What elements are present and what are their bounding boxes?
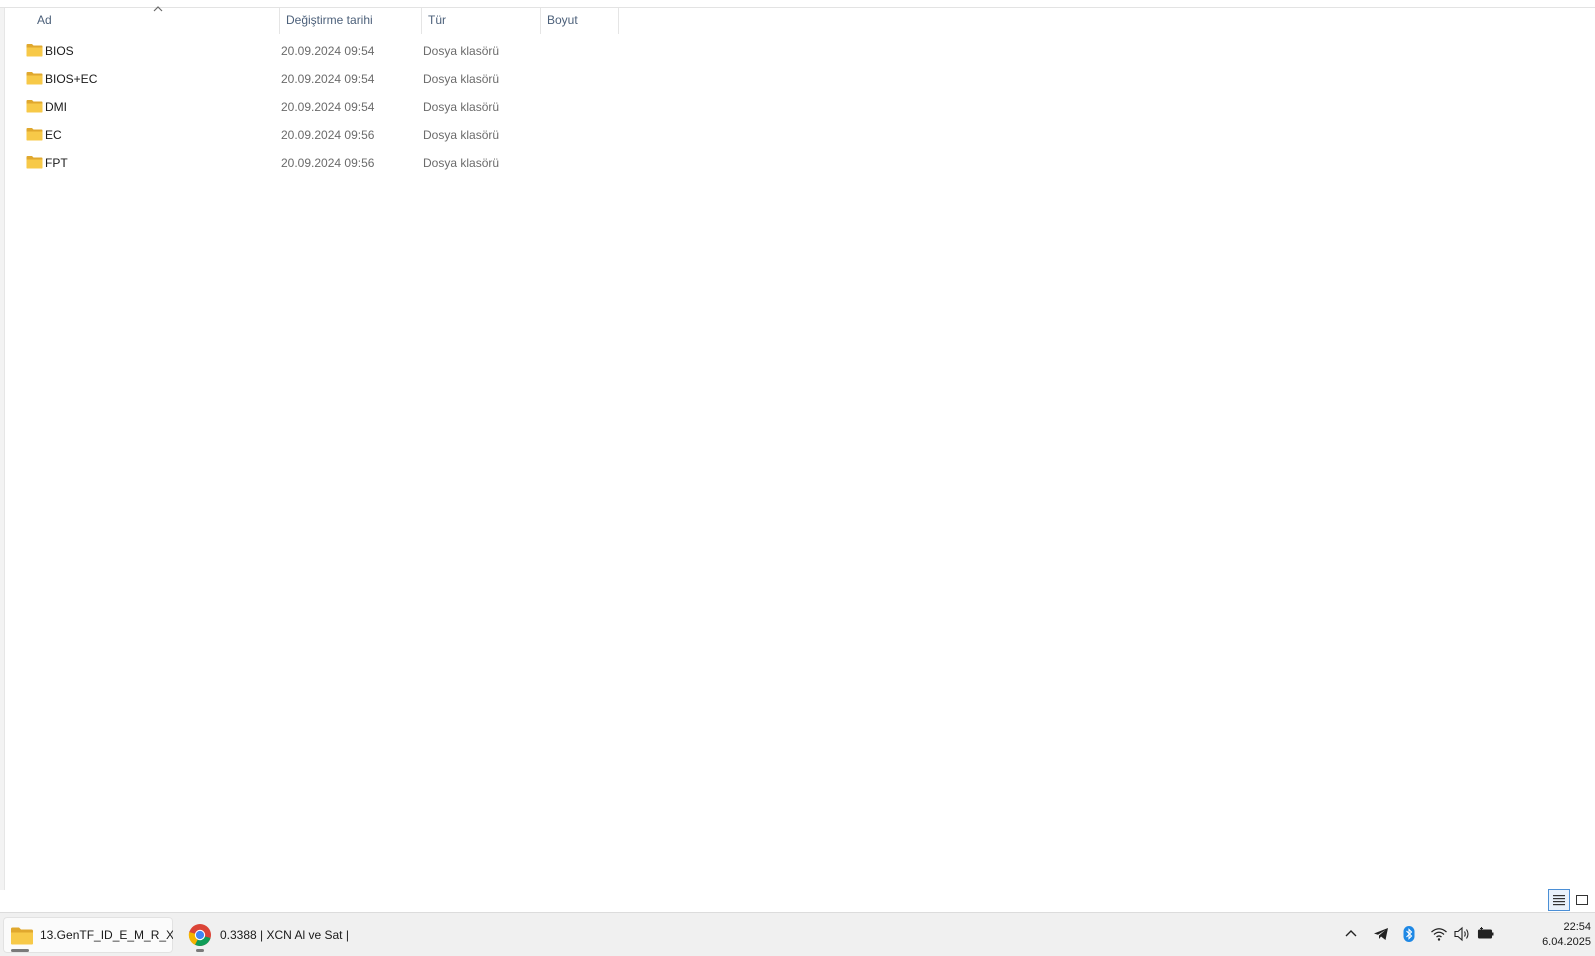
column-header-name[interactable]: Ad [6, 5, 280, 34]
battery-icon[interactable] [1477, 925, 1495, 943]
column-header-date-label: Değiştirme tarihi [286, 13, 373, 27]
file-name: BIOS [45, 44, 74, 58]
file-type: Dosya klasörü [423, 100, 500, 114]
folder-icon [26, 100, 43, 113]
file-explorer-window: Ad Değiştirme tarihi Tür Boyut BIOS 20.0… [0, 0, 1595, 912]
taskbar-item-file-explorer[interactable]: 13.GenTF_ID_E_M_R_X (8 [3, 917, 173, 953]
file-row-ec[interactable]: EC 20.09.2024 09:56 Dosya klasörü [6, 121, 626, 149]
file-list: BIOS 20.09.2024 09:54 Dosya klasörü BIOS… [6, 37, 626, 177]
taskbar-item-label: 13.GenTF_ID_E_M_R_X (8 [40, 928, 173, 942]
navigation-pane-edge [0, 8, 5, 890]
file-name-cell: DMI [24, 93, 279, 121]
volume-icon[interactable] [1453, 925, 1471, 943]
large-icons-view-button[interactable] [1571, 889, 1593, 911]
view-toggle [1548, 889, 1593, 911]
file-date: 20.09.2024 09:56 [281, 128, 375, 142]
bluetooth-icon[interactable] [1400, 925, 1418, 943]
details-view-icon [1553, 895, 1565, 906]
file-name-cell: FPT [24, 149, 279, 177]
chevron-up-icon[interactable] [1342, 925, 1360, 943]
taskbar-active-indicator [11, 949, 29, 952]
file-row-fpt[interactable]: FPT 20.09.2024 09:56 Dosya klasörü [6, 149, 626, 177]
chrome-icon [188, 924, 211, 946]
file-name: FPT [45, 156, 68, 170]
file-name: BIOS+EC [45, 72, 98, 86]
file-name-cell: BIOS [24, 37, 279, 65]
file-name-cell: BIOS+EC [24, 65, 279, 93]
taskbar-item-chrome[interactable]: 0.3388 | XCN Al ve Sat | [180, 917, 370, 953]
file-date: 20.09.2024 09:56 [281, 156, 375, 170]
details-view-button[interactable] [1548, 889, 1570, 911]
taskbar-item-label: 0.3388 | XCN Al ve Sat | [220, 928, 349, 942]
sort-ascending-icon [151, 5, 165, 15]
large-icons-view-icon [1576, 895, 1588, 905]
file-date: 20.09.2024 09:54 [281, 100, 375, 114]
folder-icon [26, 156, 43, 169]
clock-time: 22:54 [1563, 921, 1591, 933]
folder-icon [26, 72, 43, 85]
file-type: Dosya klasörü [423, 72, 500, 86]
column-header-date[interactable]: Değiştirme tarihi [280, 8, 422, 34]
telegram-icon[interactable] [1372, 925, 1390, 943]
file-name-cell: EC [24, 121, 279, 149]
file-type: Dosya klasörü [423, 44, 500, 58]
wifi-icon[interactable] [1430, 925, 1448, 943]
file-date: 20.09.2024 09:54 [281, 72, 375, 86]
column-header-type-label: Tür [428, 13, 446, 27]
column-header: Ad Değiştirme tarihi Tür Boyut [6, 5, 626, 34]
file-type: Dosya klasörü [423, 128, 500, 142]
folder-icon [26, 44, 43, 57]
file-name: EC [45, 128, 62, 142]
column-header-type[interactable]: Tür [422, 8, 541, 34]
file-row-bios[interactable]: BIOS 20.09.2024 09:54 Dosya klasörü [6, 37, 626, 65]
folder-icon [26, 128, 43, 141]
taskbar-clock[interactable]: 22:54 6.04.2025 [1505, 920, 1591, 950]
file-type: Dosya klasörü [423, 156, 500, 170]
file-date: 20.09.2024 09:54 [281, 44, 375, 58]
clock-date: 6.04.2025 [1542, 936, 1591, 948]
taskbar-running-indicator [196, 949, 204, 952]
column-header-name-label: Ad [37, 13, 52, 27]
file-name: DMI [45, 100, 67, 114]
folder-icon [11, 927, 33, 945]
column-header-size-label: Boyut [547, 13, 578, 27]
file-row-bios-ec[interactable]: BIOS+EC 20.09.2024 09:54 Dosya klasörü [6, 65, 626, 93]
file-row-dmi[interactable]: DMI 20.09.2024 09:54 Dosya klasörü [6, 93, 626, 121]
column-header-size[interactable]: Boyut [541, 8, 619, 34]
